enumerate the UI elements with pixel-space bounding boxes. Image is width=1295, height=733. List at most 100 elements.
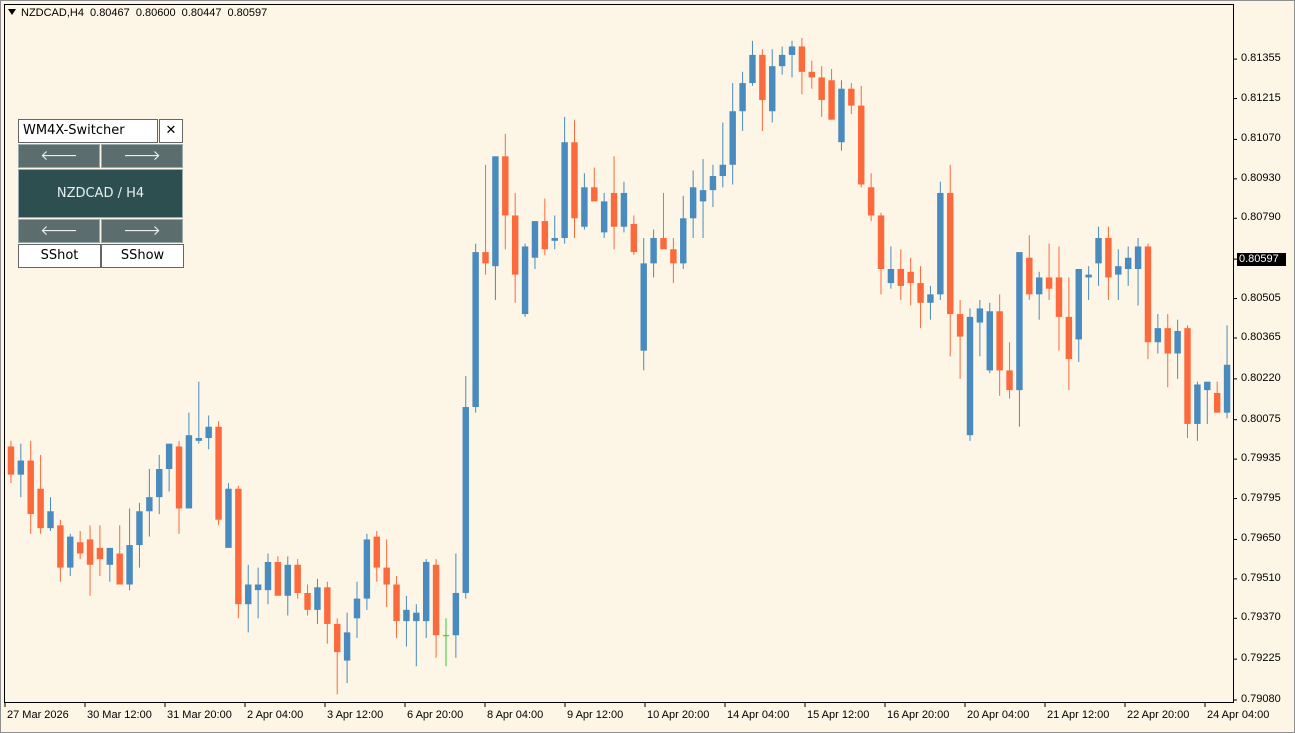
candle[interactable] [1006,342,1013,399]
candle[interactable] [334,618,341,695]
candle[interactable] [136,502,143,568]
candle[interactable] [689,170,697,239]
candle[interactable] [660,192,667,250]
candle[interactable] [1154,314,1162,354]
candle[interactable] [403,595,410,647]
candle[interactable] [551,215,558,250]
candle[interactable] [1016,252,1023,427]
candle[interactable] [472,243,479,413]
candle[interactable] [1174,319,1181,379]
candle[interactable] [284,556,291,616]
candle[interactable] [897,249,904,300]
candlestick-chart[interactable] [0,0,1295,733]
candle[interactable] [887,246,895,289]
candle[interactable] [1204,381,1211,424]
candle[interactable] [383,539,390,608]
candle[interactable] [699,159,707,239]
candle[interactable] [788,40,796,78]
candle[interactable] [1085,266,1092,300]
candle[interactable] [759,49,766,131]
candle[interactable] [343,612,351,684]
candle[interactable] [581,173,588,230]
candle[interactable] [245,564,252,633]
candle[interactable] [867,173,875,222]
candle[interactable] [324,581,331,644]
candle[interactable] [966,308,974,441]
candle[interactable] [838,80,845,151]
candle[interactable] [610,156,618,250]
candle[interactable] [907,257,914,306]
candle[interactable] [1075,268,1082,362]
candle[interactable] [482,164,489,275]
candle[interactable] [1115,249,1122,300]
candle[interactable] [511,192,519,303]
candle[interactable] [1134,238,1142,306]
candle[interactable] [185,412,193,509]
switcher-symbol-timeframe[interactable]: NZDCAD / H4 [18,169,183,218]
candle[interactable] [67,533,74,577]
candle[interactable] [1124,246,1132,286]
candle[interactable] [976,299,984,357]
candle[interactable] [877,212,885,295]
candle[interactable] [7,440,15,484]
candle[interactable] [719,122,727,188]
candle[interactable] [165,443,173,492]
candle[interactable] [1213,381,1221,413]
prev-timeframe-button[interactable]: 🡐 [18,219,100,243]
candle[interactable] [274,556,282,596]
candle[interactable] [432,559,440,658]
candle[interactable] [947,164,954,357]
candle[interactable] [106,547,114,582]
candle[interactable] [96,525,104,577]
candle[interactable] [1223,325,1231,419]
candle[interactable] [156,454,163,515]
candle[interactable] [729,83,736,185]
candle[interactable] [373,530,380,582]
candle[interactable] [37,454,44,534]
candle[interactable] [225,483,232,548]
candle[interactable] [709,164,717,208]
candle[interactable] [828,68,835,120]
candle[interactable] [175,440,183,534]
candle[interactable] [413,604,420,667]
candle[interactable] [927,285,934,320]
candle[interactable] [561,116,568,244]
candle[interactable] [778,46,786,75]
candle[interactable] [600,192,608,239]
candle[interactable] [195,381,203,444]
candle[interactable] [393,576,400,639]
candle[interactable] [235,485,242,619]
switcher-title[interactable]: WM4X-Switcher [18,119,158,143]
candle[interactable] [591,167,598,202]
next-symbol-button[interactable]: 🡒 [101,144,183,168]
next-timeframe-button[interactable]: 🡒 [101,219,183,243]
candle[interactable] [363,533,371,610]
candle[interactable] [937,181,944,300]
candle[interactable] [304,584,311,616]
candle[interactable] [769,49,776,123]
candle[interactable] [956,299,964,379]
candle[interactable] [798,38,806,95]
candle[interactable] [1045,243,1053,300]
candle[interactable] [1055,246,1063,351]
candle[interactable] [86,525,94,596]
candle[interactable] [502,133,509,250]
candle[interactable] [57,519,64,582]
candle[interactable] [808,60,816,89]
candle[interactable] [986,302,993,374]
candle[interactable] [442,618,450,667]
sshow-button[interactable]: SShow [101,244,184,268]
candle[interactable] [521,243,529,317]
candle[interactable] [541,198,549,255]
candle[interactable] [27,440,34,534]
candle[interactable] [294,559,301,599]
candle[interactable] [452,553,460,658]
candle[interactable] [531,221,539,269]
candle[interactable] [492,156,499,300]
candle[interactable] [215,421,222,526]
candle[interactable] [422,559,430,639]
candle[interactable] [314,578,321,624]
candle[interactable] [650,229,657,278]
candle[interactable] [1095,226,1102,286]
sshot-button[interactable]: SShot [18,244,101,268]
